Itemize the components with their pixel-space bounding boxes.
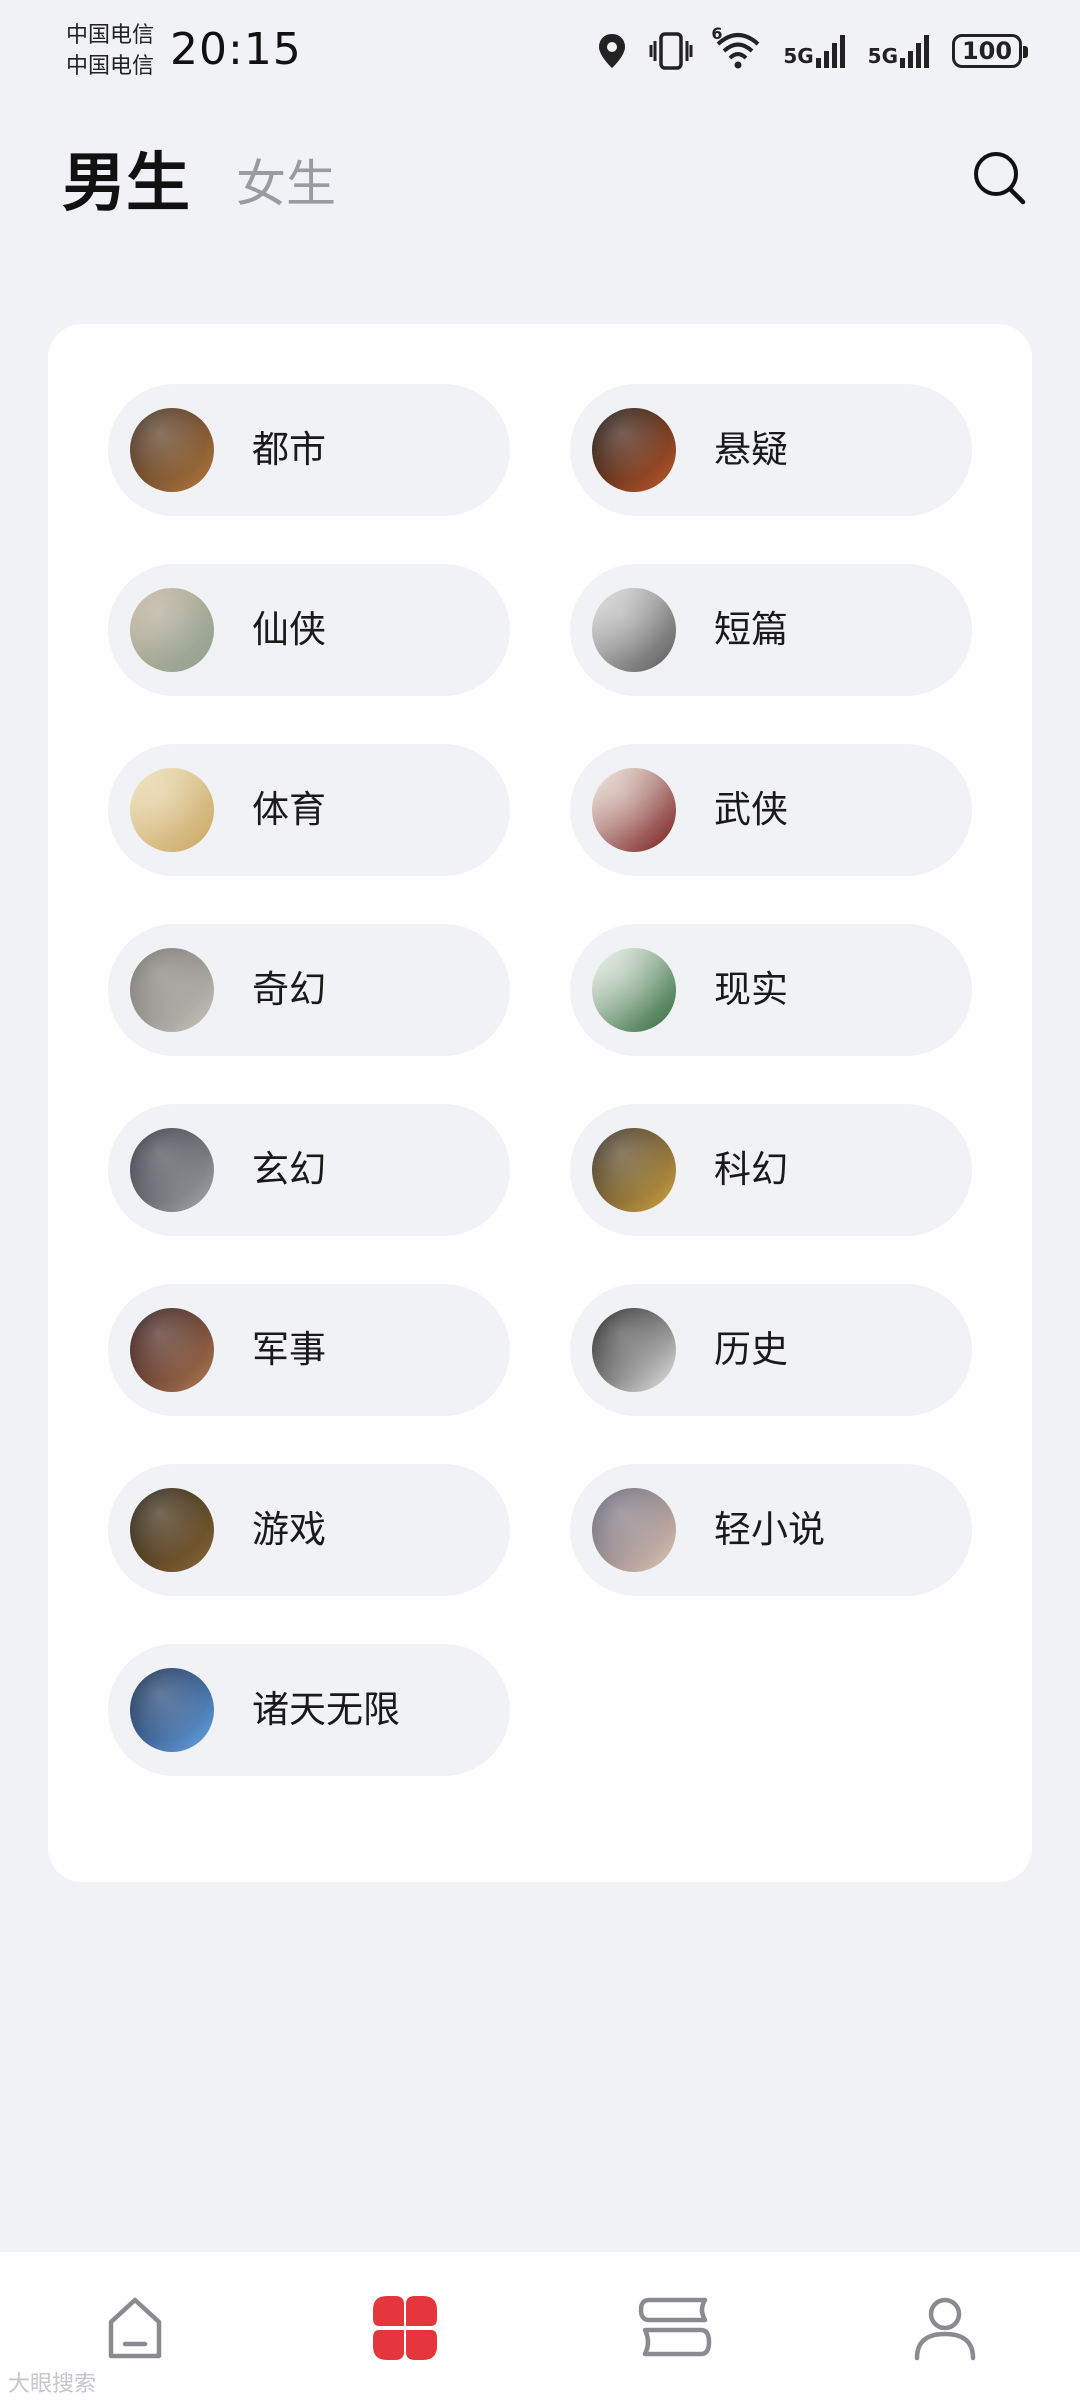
status-icons: 6 5G 5G 100 — [597, 24, 1028, 76]
category-pill[interactable]: 玄幻 — [108, 1104, 510, 1236]
wifi-indicator: 6 — [711, 24, 761, 70]
category-cover-image — [592, 1128, 676, 1212]
carrier-1: 中国电信 — [66, 23, 155, 48]
category-pill[interactable]: 武侠 — [570, 744, 972, 876]
category-pill[interactable]: 诸天无限 — [108, 1644, 510, 1776]
category-cover-image — [592, 768, 676, 852]
category-label: 军事 — [252, 1328, 326, 1371]
battery-indicator: 100 — [952, 34, 1028, 68]
category-label: 科幻 — [714, 1148, 788, 1191]
clock: 20:15 — [170, 24, 302, 75]
category-pill[interactable]: 短篇 — [570, 564, 972, 696]
category-cover-image — [130, 588, 214, 672]
location-icon — [599, 34, 626, 68]
home-icon[interactable] — [95, 2288, 175, 2368]
tab-male[interactable]: 男生 — [62, 132, 190, 224]
category-label: 玄幻 — [252, 1148, 326, 1191]
category-pill[interactable]: 都市 — [108, 384, 510, 516]
category-label: 武侠 — [714, 788, 788, 831]
category-pill[interactable]: 奇幻 — [108, 924, 510, 1056]
category-card: 都市 悬疑仙侠 短篇体育 武侠奇幻 现实玄幻 科幻军事 历史游戏 轻小说诸天无限 — [48, 324, 1032, 1882]
category-pill[interactable]: 轻小说 — [570, 1464, 972, 1596]
category-cover-image — [130, 948, 214, 1032]
category-label: 短篇 — [714, 608, 788, 651]
tab-female[interactable]: 女生 — [236, 144, 336, 216]
signal-1: 5G — [783, 34, 845, 68]
category-pill[interactable]: 仙侠 — [108, 564, 510, 696]
category-label: 历史 — [714, 1328, 788, 1371]
category-cover-image — [592, 1488, 676, 1572]
category-label: 轻小说 — [714, 1508, 825, 1551]
network-label-1: 5G — [783, 44, 814, 68]
category-cover-image — [130, 1308, 214, 1392]
category-pill[interactable]: 军事 — [108, 1284, 510, 1416]
category-cover-image — [592, 948, 676, 1032]
carrier-2: 中国电信 — [66, 54, 155, 79]
category-pill[interactable]: 科幻 — [570, 1104, 972, 1236]
category-label: 悬疑 — [714, 428, 788, 471]
status-bar: 中国电信 中国电信 20:15 6 5G 5G 100 — [0, 0, 1080, 110]
category-pill[interactable]: 历史 — [570, 1284, 972, 1416]
category-label: 游戏 — [252, 1508, 326, 1551]
category-cover-image — [130, 768, 214, 852]
category-label: 现实 — [714, 968, 788, 1011]
wifi-badge: 6 — [711, 24, 723, 43]
network-label-2: 5G — [867, 44, 898, 68]
person-icon[interactable] — [905, 2288, 985, 2368]
signal-icon — [815, 35, 845, 68]
category-pill[interactable]: 悬疑 — [570, 384, 972, 516]
watermark: 大眼搜索 — [8, 2372, 97, 2397]
category-cover-image — [130, 408, 214, 492]
vibrate-icon — [649, 32, 693, 70]
carrier-info: 中国电信 中国电信 — [66, 20, 154, 82]
signal-2: 5G — [868, 34, 930, 68]
category-cover-image — [592, 408, 676, 492]
bottom-nav — [0, 2252, 1080, 2400]
category-label: 奇幻 — [252, 968, 326, 1011]
clover-icon[interactable] — [365, 2288, 445, 2368]
search-icon[interactable] — [970, 148, 1030, 208]
category-cover-image — [130, 1668, 214, 1752]
category-cover-image — [592, 588, 676, 672]
category-label: 诸天无限 — [252, 1688, 400, 1731]
signal-icon — [900, 35, 929, 68]
category-label: 仙侠 — [252, 608, 326, 651]
category-label: 体育 — [252, 788, 326, 831]
category-pill[interactable]: 体育 — [108, 744, 510, 876]
category-pill[interactable]: 现实 — [570, 924, 972, 1056]
category-cover-image — [130, 1128, 214, 1212]
category-pill[interactable]: 游戏 — [108, 1464, 510, 1596]
category-cover-image — [592, 1308, 676, 1392]
category-cover-image — [130, 1488, 214, 1572]
bookshelf-icon[interactable] — [635, 2288, 715, 2368]
category-label: 都市 — [252, 428, 326, 471]
